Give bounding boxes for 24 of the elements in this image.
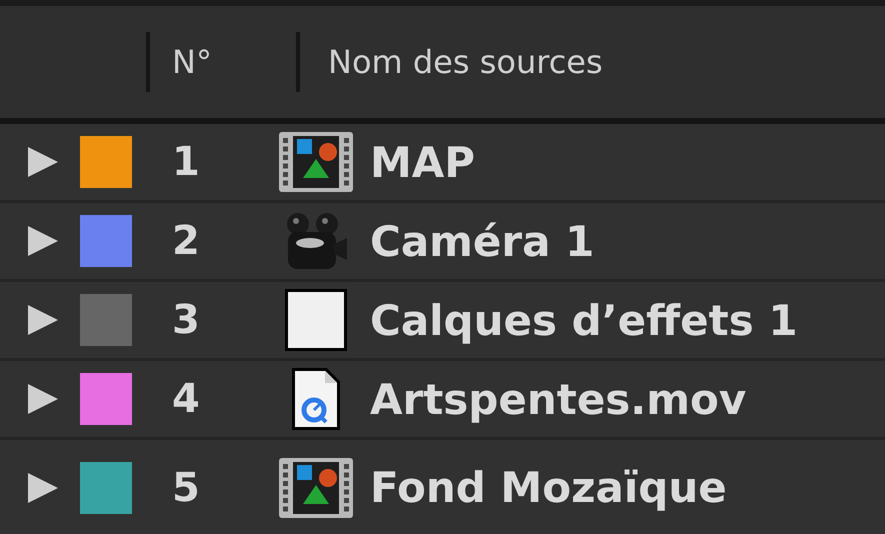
expand-arrow-icon[interactable] xyxy=(26,224,60,258)
label-color-swatch[interactable] xyxy=(80,373,132,425)
layer-name[interactable]: Calques d’effets 1 xyxy=(370,296,798,344)
layer-number: 4 xyxy=(172,376,201,422)
expand-arrow-icon[interactable] xyxy=(26,382,60,416)
layer-name[interactable]: Caméra 1 xyxy=(370,216,594,266)
layer-number: 1 xyxy=(172,139,201,185)
layer-number: 5 xyxy=(172,464,201,510)
label-color-swatch[interactable] xyxy=(80,136,132,188)
movie-file-icon xyxy=(292,368,340,430)
label-color-swatch[interactable] xyxy=(80,294,132,346)
composition-icon xyxy=(279,132,353,192)
layer-name[interactable]: Artspentes.mov xyxy=(370,374,746,424)
layer-name[interactable]: Fond Mozaïque xyxy=(370,463,727,512)
expand-arrow-icon[interactable] xyxy=(26,145,60,179)
camera-icon xyxy=(284,212,348,270)
label-color-swatch[interactable] xyxy=(80,215,132,267)
layer-number: 3 xyxy=(172,297,201,343)
solid-icon xyxy=(285,289,347,351)
expand-arrow-icon[interactable] xyxy=(26,303,60,337)
column-header[interactable]: N° xyxy=(172,43,212,81)
layer-number: 2 xyxy=(172,218,201,264)
layer-name[interactable]: MAP xyxy=(370,138,476,186)
column-header[interactable]: Nom des sources xyxy=(328,43,603,81)
